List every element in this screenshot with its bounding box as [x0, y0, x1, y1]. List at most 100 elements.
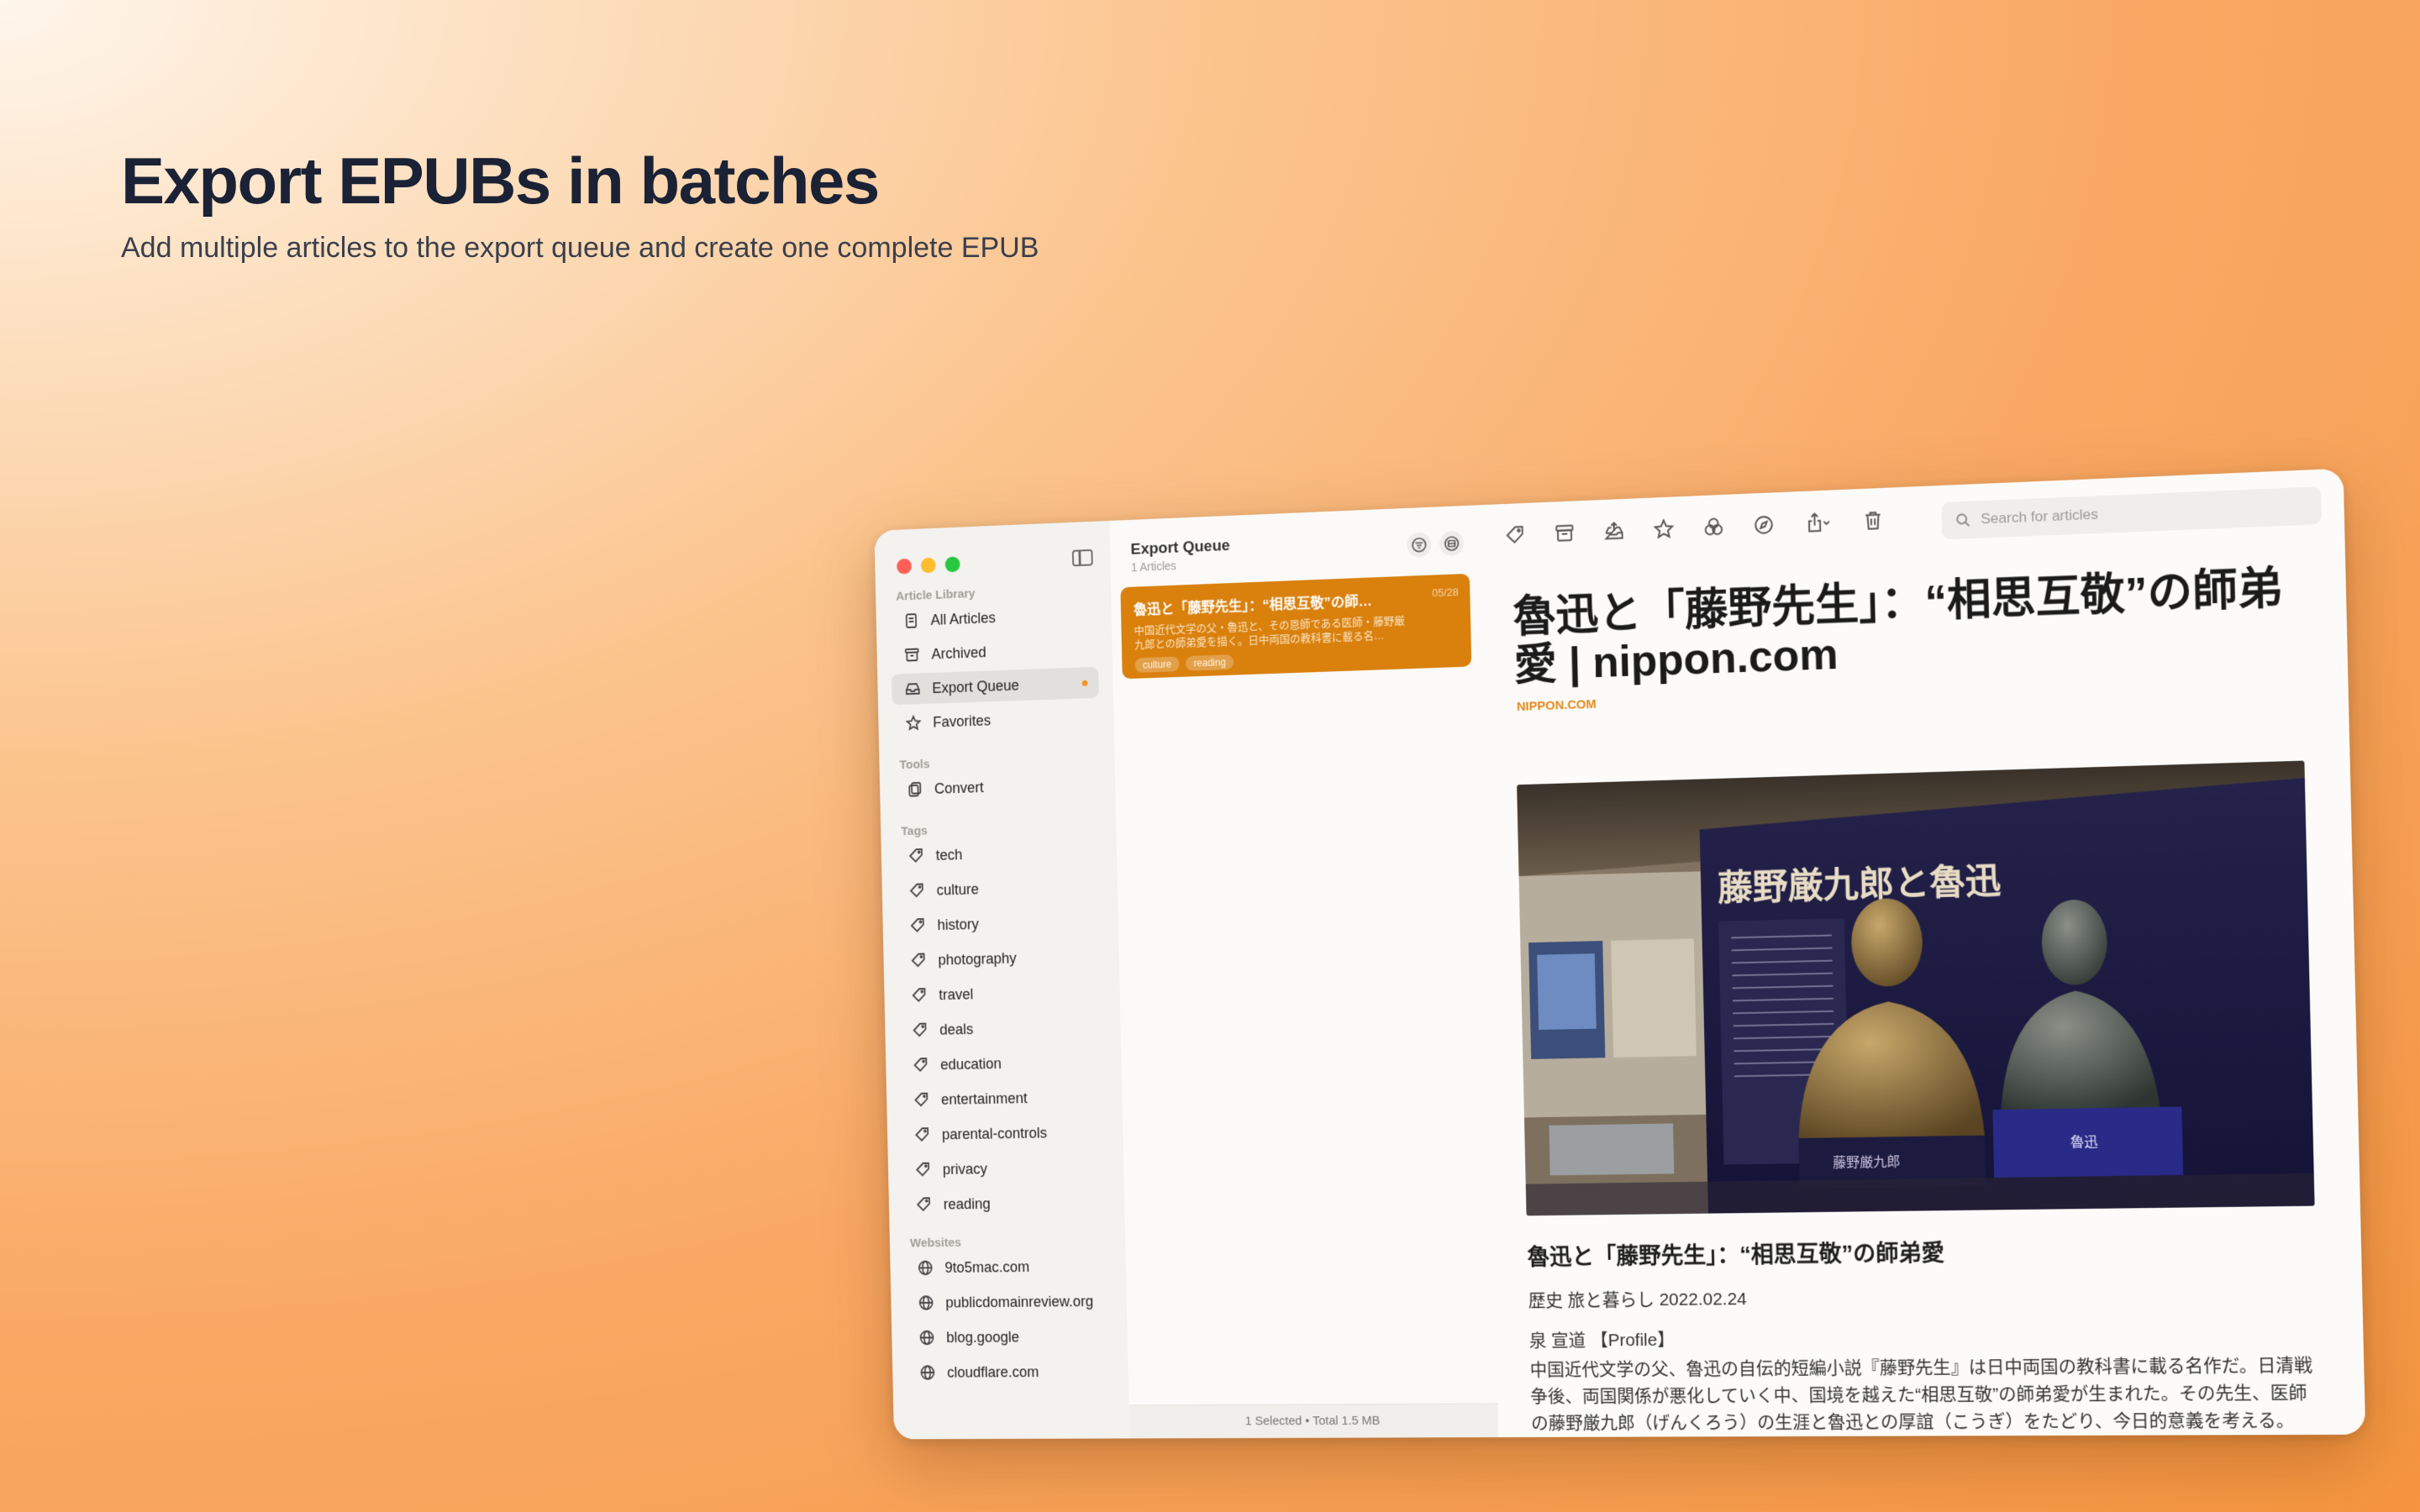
delete-button[interactable]	[1852, 502, 1895, 538]
sidebar-item-convert[interactable]: Convert	[893, 768, 1101, 805]
sidebar-item-label: reading	[943, 1194, 991, 1212]
museum-exhibit-illustration: 藤野厳九郎と魯迅 藤野厳九郎 魯迅	[1517, 760, 2315, 1216]
section-title-tools: Tools	[899, 757, 930, 773]
sidebar-item-label: tech	[935, 846, 963, 864]
sidebar-item-label: education	[939, 1054, 1002, 1073]
star-icon	[1653, 517, 1675, 540]
sidebar-item-website[interactable]: 9to5mac.com	[904, 1251, 1112, 1284]
tray-icon	[904, 680, 922, 698]
tag-icon	[908, 882, 926, 900]
sidebar-item-all-articles[interactable]: All Articles	[890, 598, 1097, 637]
card-title: 魯迅と「藤野先生」：“相思互敬”の師…	[1133, 593, 1373, 618]
card-tag[interactable]: culture	[1134, 656, 1180, 673]
add-to-queue-button[interactable]	[1593, 513, 1635, 549]
sidebar: Article Library All Articles Archived Ex…	[874, 520, 1131, 1440]
sidebar-item-tag-reading[interactable]: reading	[902, 1187, 1110, 1221]
section-title-library: Article Library	[896, 586, 976, 604]
appearance-button[interactable]	[1692, 509, 1734, 544]
tag-icon	[914, 1161, 932, 1179]
sidebar-item-label: All Articles	[930, 609, 997, 628]
convert-icon	[906, 780, 923, 799]
globe-icon	[917, 1259, 934, 1277]
sidebar-item-label: deals	[939, 1020, 974, 1038]
article-title: 魯迅と「藤野先生」：“相思互敬”の師弟愛 | nippon.com	[1512, 564, 2284, 690]
search-field[interactable]: Search for articles	[1941, 486, 2322, 540]
sidebar-item-tag-education[interactable]: education	[900, 1046, 1107, 1081]
window-controls	[897, 556, 960, 575]
sidebar-item-label: Favorites	[933, 711, 992, 731]
filter-button[interactable]	[1407, 532, 1432, 559]
card-date: 05/28	[1431, 585, 1459, 600]
list-title: Export Queue	[1130, 537, 1230, 559]
hero-title: Export EPUBs in batches	[121, 144, 880, 218]
favorite-button[interactable]	[1643, 512, 1685, 547]
search-icon	[1955, 512, 1971, 528]
minimize-window-button[interactable]	[920, 557, 936, 574]
sidebar-item-tag-privacy[interactable]: privacy	[902, 1152, 1109, 1185]
sidebar-item-label: cloudflare.com	[946, 1362, 1039, 1381]
sidebar-item-label: 9to5mac.com	[944, 1257, 1030, 1276]
color-circles-icon	[1702, 516, 1724, 538]
sidebar-item-label: entertainment	[940, 1089, 1028, 1108]
zoom-window-button[interactable]	[944, 556, 960, 573]
sidebar-toggle-icon[interactable]	[1071, 549, 1093, 567]
sidebar-item-website[interactable]: blog.google	[906, 1320, 1113, 1353]
app-window: Article Library All Articles Archived Ex…	[874, 468, 2366, 1440]
tag-icon	[1504, 524, 1526, 547]
status-bar: 1 Selected • Total 1.5 MB	[1128, 1403, 1499, 1439]
sidebar-item-tag-history[interactable]: history	[897, 906, 1104, 942]
globe-icon	[918, 1294, 935, 1311]
sidebar-item-label: photography	[938, 949, 1017, 969]
tag-button[interactable]	[1495, 517, 1537, 553]
article-source[interactable]: NIPPON.COM	[1517, 697, 1597, 714]
tag-icon	[912, 1021, 929, 1040]
card-tags: culture reading	[1134, 646, 1458, 673]
sidebar-item-tag-travel[interactable]: travel	[898, 975, 1106, 1011]
sidebar-item-archived[interactable]: Archived	[891, 633, 1098, 671]
sidebar-item-tag-deals[interactable]: deals	[899, 1011, 1107, 1046]
sidebar-item-favorites[interactable]: Favorites	[892, 701, 1100, 739]
trash-icon	[1862, 509, 1885, 532]
close-window-button[interactable]	[897, 558, 913, 575]
websites-list: 9to5mac.com publicdomainreview.org blog.go…	[874, 521, 1109, 531]
sidebar-item-website[interactable]: publicdomainreview.org	[905, 1285, 1113, 1318]
sidebar-item-label: Archived	[931, 643, 986, 662]
doc-icon	[902, 612, 920, 630]
globe-icon	[918, 1329, 936, 1347]
archive-button[interactable]	[1544, 516, 1586, 551]
share-button[interactable]	[1792, 505, 1844, 541]
sidebar-item-label: culture	[936, 880, 980, 898]
export-button[interactable]	[1439, 530, 1465, 557]
search-placeholder: Search for articles	[1981, 506, 2099, 528]
open-in-browser-button[interactable]	[1743, 507, 1786, 543]
export-list-icon	[1444, 535, 1460, 553]
sidebar-item-tag-parental-controls[interactable]: parental-controls	[901, 1116, 1108, 1151]
sidebar-item-tag-entertainment[interactable]: entertainment	[900, 1081, 1107, 1116]
article-list-column: Export Queue 1 Articles 魯迅と「藤野先生」：“相思互敬”…	[1109, 505, 1500, 1439]
list-actions	[1407, 530, 1465, 559]
reader-toolbar: Search for articles	[1478, 469, 2345, 569]
list-count: 1 Articles	[1130, 559, 1176, 575]
sidebar-item-website[interactable]: cloudflare.com	[907, 1356, 1114, 1388]
sidebar-item-tag-tech[interactable]: tech	[895, 835, 1102, 872]
tag-icon	[913, 1056, 930, 1074]
sidebar-item-export-queue[interactable]: Export Queue	[891, 666, 1099, 706]
card-tag[interactable]: reading	[1185, 654, 1234, 671]
compass-icon	[1753, 513, 1775, 536]
exhibit-sign: 藤野厳九郎と魯迅	[1718, 859, 2002, 909]
sidebar-item-tag-culture[interactable]: culture	[896, 870, 1103, 906]
hero-subtitle: Add multiple articles to the export queu…	[121, 232, 1039, 264]
article-card[interactable]: 魯迅と「藤野先生」：“相思互敬”の師… 05/28 中国近代文学の父・魯迅と、そ…	[1120, 573, 1472, 680]
tag-icon	[911, 986, 929, 1005]
sidebar-item-tag-photography[interactable]: photography	[897, 941, 1105, 977]
tag-icon	[908, 847, 925, 865]
article-body: 中国近代文学の父、魯迅の自伝的短編小説『藤野先生』は日中両国の教科書に載る名作だ…	[1529, 1355, 2313, 1433]
tag-icon	[913, 1091, 930, 1110]
reader-pane: Search for articles 魯迅と「藤野先生」：“相思互敬”の師弟愛…	[1477, 468, 2366, 1438]
globe-icon	[919, 1363, 937, 1381]
article-hero-image: 藤野厳九郎と魯迅 藤野厳九郎 魯迅	[1517, 760, 2315, 1216]
tag-icon	[909, 916, 927, 935]
tags-list: tech culture history photography travel deals…	[874, 521, 1109, 531]
sidebar-item-label: history	[937, 915, 980, 933]
section-title-tags: Tags	[901, 823, 928, 839]
